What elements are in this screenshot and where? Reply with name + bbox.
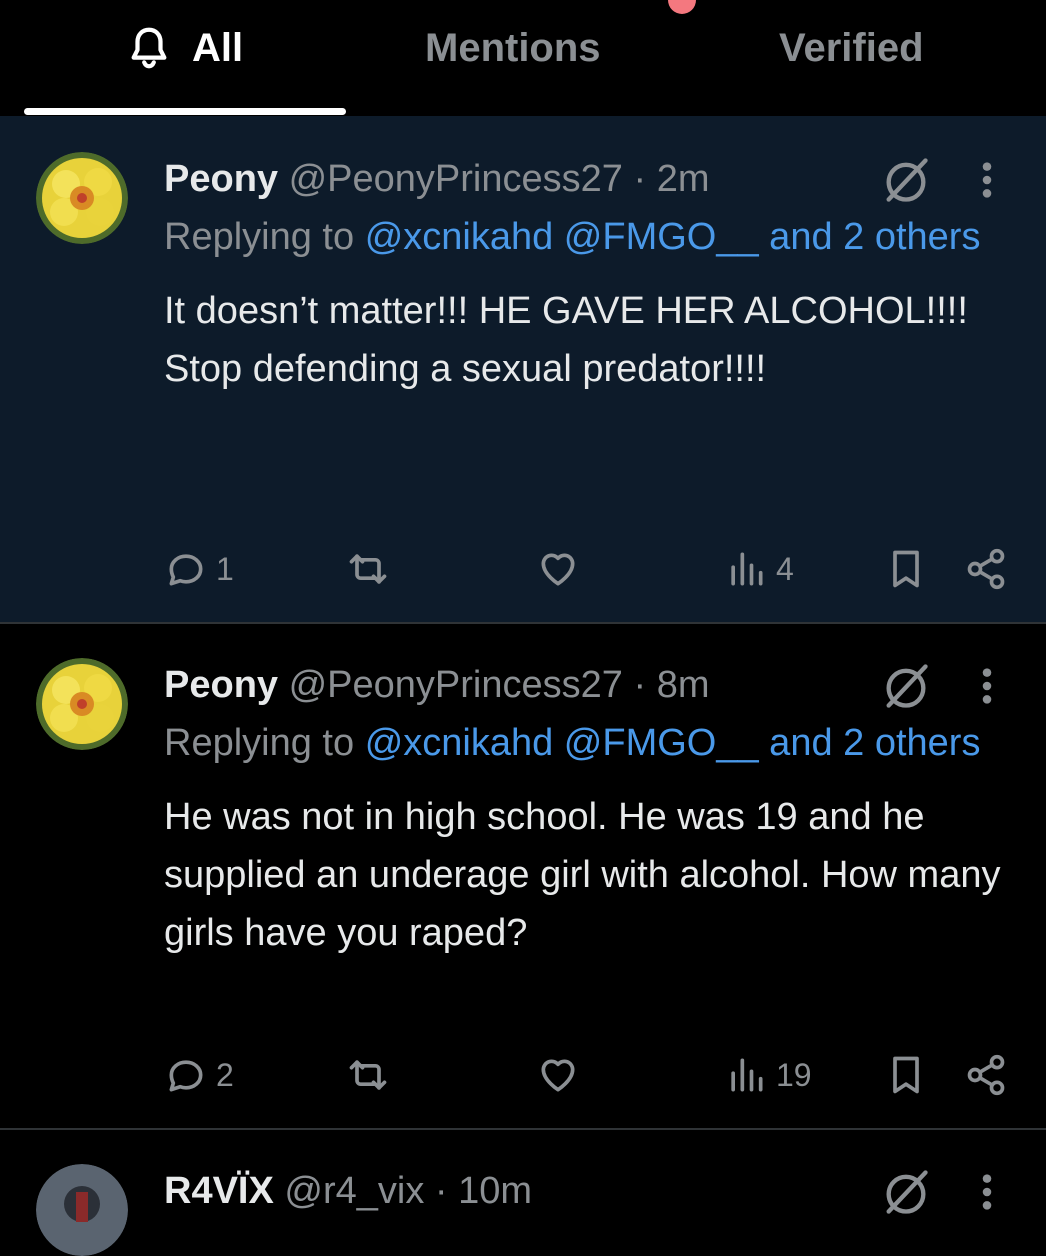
reply-button[interactable]: 2	[164, 1050, 234, 1100]
post-actions: 2 19	[164, 1050, 1016, 1100]
bookmark-button[interactable]	[884, 544, 928, 594]
tab-verified[interactable]: Verified	[779, 18, 924, 78]
author-name[interactable]: Peony	[164, 158, 278, 200]
repost-button[interactable]	[346, 544, 390, 594]
replying-prefix: Replying to	[164, 722, 355, 764]
views-button[interactable]: 19	[724, 1050, 812, 1100]
more-options-icon[interactable]	[980, 666, 994, 706]
author-name[interactable]: R4VÏX	[164, 1170, 274, 1212]
grok-icon[interactable]	[880, 660, 932, 712]
grok-icon[interactable]	[880, 1166, 932, 1218]
views-button[interactable]: 4	[724, 544, 794, 594]
views-count: 4	[776, 550, 794, 587]
active-tab-indicator	[24, 108, 346, 115]
tab-verified-label: Verified	[779, 25, 924, 70]
author-handle[interactable]: @r4_vix	[284, 1170, 424, 1212]
post-time: 8m	[656, 664, 710, 706]
reply-count: 2	[216, 1056, 234, 1093]
peony-avatar-image	[36, 152, 128, 244]
like-button[interactable]	[536, 544, 580, 594]
tab-mentions-label: Mentions	[425, 25, 601, 70]
notification-post[interactable]: Peony @PeonyPrincess27 · 8m Replying to …	[0, 624, 1046, 1130]
avatar[interactable]	[36, 1164, 128, 1256]
replying-prefix: Replying to	[164, 216, 355, 258]
more-options-icon[interactable]	[980, 160, 994, 200]
post-text: He was not in high school. He was 19 and…	[164, 796, 1001, 954]
views-icon	[731, 1058, 763, 1092]
post-time: 10m	[458, 1170, 533, 1212]
notification-post[interactable]: R4VÏX @r4_vix · 10m	[0, 1130, 1046, 1256]
tab-mentions[interactable]: Mentions	[425, 18, 601, 78]
heart-icon	[541, 1059, 575, 1092]
peony-avatar-image	[36, 658, 128, 750]
share-button[interactable]	[964, 1050, 1008, 1100]
share-icon	[967, 1054, 1005, 1096]
bookmark-button[interactable]	[884, 1050, 928, 1100]
bookmark-icon	[893, 550, 919, 588]
avatar[interactable]	[36, 152, 128, 244]
heart-icon	[541, 553, 575, 586]
notification-post[interactable]: Peony @PeonyPrincess27 · 2m Replying to …	[0, 116, 1046, 624]
repost-icon	[349, 1060, 387, 1090]
grok-icon[interactable]	[880, 154, 932, 206]
avatar[interactable]	[36, 658, 128, 750]
views-icon	[731, 552, 763, 586]
share-icon	[967, 548, 1005, 590]
reply-icon	[169, 554, 203, 586]
author-handle[interactable]: @PeonyPrincess27	[289, 664, 623, 706]
separator-dot: ·	[633, 158, 647, 200]
notification-dot	[668, 0, 696, 14]
notifications-tab-bar: All Mentions Verified	[0, 0, 1046, 116]
reply-button[interactable]: 1	[164, 544, 234, 594]
reply-icon	[169, 1060, 203, 1092]
share-button[interactable]	[964, 544, 1008, 594]
tab-all[interactable]: All	[126, 18, 243, 78]
bell-icon	[131, 27, 167, 69]
like-button[interactable]	[536, 1050, 580, 1100]
repost-icon	[349, 554, 387, 584]
replying-to: Replying to @xcnikahd @FMGO__ and 2 othe…	[164, 208, 1016, 266]
r4vix-avatar-image	[36, 1164, 128, 1256]
views-count: 19	[776, 1056, 812, 1093]
post-actions: 1 4	[164, 544, 1016, 594]
author-name[interactable]: Peony	[164, 664, 278, 706]
tab-all-label: All	[192, 25, 244, 70]
post-text: It doesn’t matter!!! HE GAVE HER ALCOHOL…	[164, 290, 968, 390]
reply-count: 1	[216, 550, 234, 587]
replying-to-link[interactable]: @xcnikahd @FMGO__ and 2 others	[365, 216, 981, 258]
bookmark-icon	[893, 1056, 919, 1094]
repost-button[interactable]	[346, 1050, 390, 1100]
replying-to-link[interactable]: @xcnikahd @FMGO__ and 2 others	[365, 722, 981, 764]
more-options-icon[interactable]	[980, 1172, 994, 1212]
author-handle[interactable]: @PeonyPrincess27	[289, 158, 623, 200]
separator-dot: ·	[633, 664, 647, 706]
separator-dot: ·	[434, 1170, 448, 1212]
post-time: 2m	[656, 158, 710, 200]
replying-to: Replying to @xcnikahd @FMGO__ and 2 othe…	[164, 714, 1016, 772]
